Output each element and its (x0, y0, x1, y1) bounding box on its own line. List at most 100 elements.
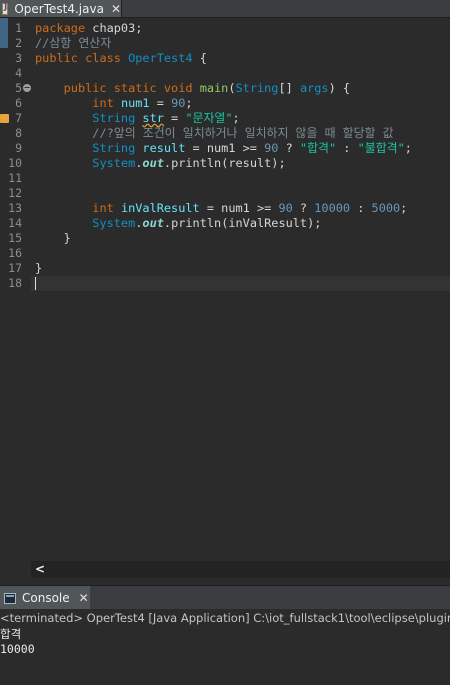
variable-name: num1 (120, 96, 150, 110)
keyword: public (63, 81, 107, 95)
string-literal: "불합격" (357, 141, 405, 155)
code-line: //삼항 연산자 (35, 36, 111, 51)
code-line: int num1 = 90; (35, 96, 193, 111)
warning-icon[interactable] (0, 114, 9, 123)
keyword: int (92, 201, 114, 215)
parameter-name: args (299, 81, 329, 95)
console-output-line: 10000 (0, 642, 35, 656)
code-line: package chap03; (35, 21, 142, 36)
code-text-span: { (192, 51, 207, 65)
keyword: public (35, 51, 78, 65)
code-line: } (35, 261, 42, 276)
number-literal: 90 (171, 96, 186, 110)
type-name: String (92, 141, 136, 155)
code-text-span: (result); (221, 156, 286, 170)
class-name: System (92, 216, 136, 230)
console-output[interactable]: 합격 10000 (0, 627, 450, 685)
line-number: 2 (15, 36, 22, 50)
number-literal: 5000 (371, 201, 401, 215)
code-text-span: = (163, 111, 186, 125)
static-field: out (142, 216, 164, 230)
console-launch-info: <terminated> OperTest4 [Java Application… (0, 609, 450, 628)
code-text-span: . (163, 216, 172, 230)
code-line: System.out.println(inValResult); (35, 216, 321, 231)
code-text[interactable]: package chap03; //삼항 연산자 public class Op… (31, 18, 450, 561)
code-text-span: . (163, 156, 172, 170)
java-file-icon: J (2, 2, 9, 15)
type-name: String (92, 111, 136, 125)
code-line: public static void main(String[] args) { (35, 81, 350, 96)
code-line: //?앞의 조건이 일치하거나 일치하지 않을 때 할당할 값 (35, 126, 394, 141)
code-text-span: ; (404, 141, 412, 155)
line-number: 1 (15, 21, 22, 35)
occurrence-marker (0, 18, 8, 33)
code-text-span: (inValResult); (221, 216, 322, 230)
variable-name: result (142, 141, 186, 155)
console-tab[interactable]: Console ✕ (0, 586, 90, 610)
console-tab-bar: Console ✕ (0, 585, 450, 610)
variable-name: inValResult (120, 201, 200, 215)
type-name: String (235, 81, 279, 95)
code-text-span: ( (228, 81, 236, 95)
code-line: String str = "문자열"; (35, 111, 240, 126)
code-line: int inValResult = num1 >= 90 ? 10000 : 5… (35, 201, 407, 216)
fold-collapse-icon[interactable]: − (23, 84, 31, 92)
keyword: class (85, 51, 121, 65)
comment: //?앞의 조건이 일치하거나 일치하지 않을 때 할당할 값 (92, 126, 394, 140)
line-number: 7 (15, 111, 22, 125)
line-number: 18 (8, 276, 22, 290)
editor-tab-opertest4[interactable]: J OperTest4.java ✕ (0, 0, 122, 17)
static-field: out (142, 156, 164, 170)
console-tab-label: Console (22, 591, 70, 605)
number-literal: 90 (278, 201, 293, 215)
code-text-span: ) { (328, 81, 351, 95)
number-literal: 10000 (314, 201, 351, 215)
string-literal: "문자열" (185, 111, 233, 125)
code-text-span: : (350, 201, 372, 215)
line-number: 14 (8, 216, 22, 230)
code-text-span: = (149, 96, 172, 110)
close-icon[interactable]: ✕ (111, 2, 121, 16)
code-text-span: ? (292, 201, 315, 215)
horizontal-scrollbar[interactable]: < (31, 561, 450, 578)
scroll-left-arrow-icon[interactable]: < (35, 562, 45, 576)
keyword: package (35, 21, 86, 35)
console-icon (4, 592, 16, 604)
variable-name: str (142, 111, 164, 125)
keyword: void (163, 81, 193, 95)
keyword: int (92, 96, 114, 110)
line-number: 3 (15, 51, 22, 65)
method-call: println (171, 216, 222, 230)
line-number: 8 (15, 126, 22, 140)
class-name: OperTest4 (128, 51, 193, 65)
text-caret (35, 277, 36, 290)
keyword: static (113, 81, 157, 95)
string-literal: "합격" (299, 141, 337, 155)
code-text-span: = num1 >= (185, 141, 265, 155)
number-literal: 90 (264, 141, 279, 155)
line-number: 6 (15, 96, 22, 110)
code-text-span: = num1 >= (199, 201, 279, 215)
close-icon[interactable]: ✕ (79, 591, 89, 605)
line-number-gutter: 1 2 3 4 5 − 6 7 8 9 10 11 12 13 14 15 16… (8, 18, 31, 561)
line-number: 12 (8, 186, 22, 200)
code-text-span: ; (232, 111, 240, 125)
method-call: println (171, 156, 222, 170)
editor-tab-bar: J OperTest4.java ✕ (0, 0, 450, 18)
code-line: } (35, 231, 71, 246)
code-text-span: } (63, 231, 71, 245)
code-text-span: ? (278, 141, 300, 155)
code-text-span: ; (185, 96, 193, 110)
code-line: public class OperTest4 { (35, 51, 207, 66)
code-text-span: [] (278, 81, 300, 95)
line-number: 5 (15, 81, 22, 95)
line-number: 10 (8, 156, 22, 170)
occurrence-marker (0, 33, 8, 48)
console-output-line: 합격 (0, 627, 22, 641)
class-name: System (92, 156, 136, 170)
code-editor[interactable]: 1 2 3 4 5 − 6 7 8 9 10 11 12 13 14 15 16… (0, 18, 450, 561)
line-number: 17 (8, 261, 22, 275)
current-line-highlight[interactable] (31, 276, 450, 291)
editor-tab-label: OperTest4.java (14, 1, 104, 16)
code-text-span: chap03; (85, 21, 143, 35)
